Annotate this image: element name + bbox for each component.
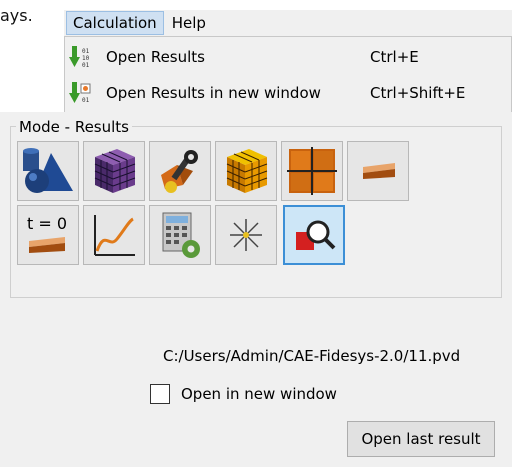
open-new-window-checkbox[interactable] <box>150 384 170 404</box>
result-file-path: C:/Users/Admin/CAE-Fidesys-2.0/11.pvd <box>163 347 461 365</box>
svg-text:10: 10 <box>82 55 90 62</box>
tool-initial-state[interactable]: t = 0 <box>17 205 79 265</box>
tool-blocks[interactable] <box>281 141 343 201</box>
geometry-shapes-icon <box>23 148 73 193</box>
tool-light[interactable] <box>215 205 277 265</box>
background-document-text: ays. <box>0 6 33 25</box>
menu-item-open-results[interactable]: 01 10 01 Open Results Ctrl+E <box>65 41 511 73</box>
svg-text:01: 01 <box>82 62 90 69</box>
sun-burst-icon <box>230 219 262 251</box>
open-last-result-button[interactable]: Open last result <box>347 421 495 457</box>
svg-text:01: 01 <box>82 97 90 104</box>
calculation-dropdown-menu: 01 10 01 Open Results Ctrl+E 01 Open Res… <box>64 36 512 114</box>
initial-state-t0-icon: t = 0 <box>27 214 67 253</box>
menu-bar: Calculation Help <box>64 10 512 37</box>
open-results-icon: 01 10 01 <box>69 45 91 69</box>
menu-help[interactable]: Help <box>166 11 212 35</box>
tool-graph[interactable] <box>83 205 145 265</box>
results-magnifier-icon <box>296 220 336 250</box>
svg-text:01: 01 <box>82 48 90 55</box>
menu-item-open-results-new-window[interactable]: 01 Open Results in new window Ctrl+Shift… <box>65 77 511 109</box>
tool-calculator[interactable] <box>149 205 211 265</box>
fine-mesh-cube-icon <box>226 149 268 193</box>
group-title: Mode - Results <box>16 118 132 136</box>
grid-blocks-icon <box>287 147 337 195</box>
tool-geometry[interactable] <box>17 141 79 201</box>
tool-beam[interactable] <box>347 141 409 201</box>
menu-calculation[interactable]: Calculation <box>66 11 164 35</box>
beam-section-icon <box>363 163 395 179</box>
tool-results[interactable] <box>283 205 345 265</box>
open-new-window-label[interactable]: Open in new window <box>181 385 337 403</box>
tool-material[interactable] <box>149 141 211 201</box>
graph-curve-icon <box>94 215 135 256</box>
tool-mesh[interactable] <box>83 141 145 201</box>
mesh-cube-icon <box>94 149 136 193</box>
t0-label: t = 0 <box>27 214 67 233</box>
open-results-new-window-shortcut: Ctrl+Shift+E <box>370 84 466 102</box>
material-settings-icon <box>161 150 198 193</box>
open-results-new-window-label: Open Results in new window <box>106 84 321 102</box>
open-results-label: Open Results <box>106 48 205 66</box>
open-results-shortcut: Ctrl+E <box>370 48 419 66</box>
open-results-new-window-icon: 01 <box>69 81 91 105</box>
calculator-settings-icon <box>162 212 200 258</box>
tool-fine-mesh[interactable] <box>215 141 277 201</box>
results-panel: Mode - Results t = 0 C:/Users/Admin/CAE-… <box>0 112 512 467</box>
